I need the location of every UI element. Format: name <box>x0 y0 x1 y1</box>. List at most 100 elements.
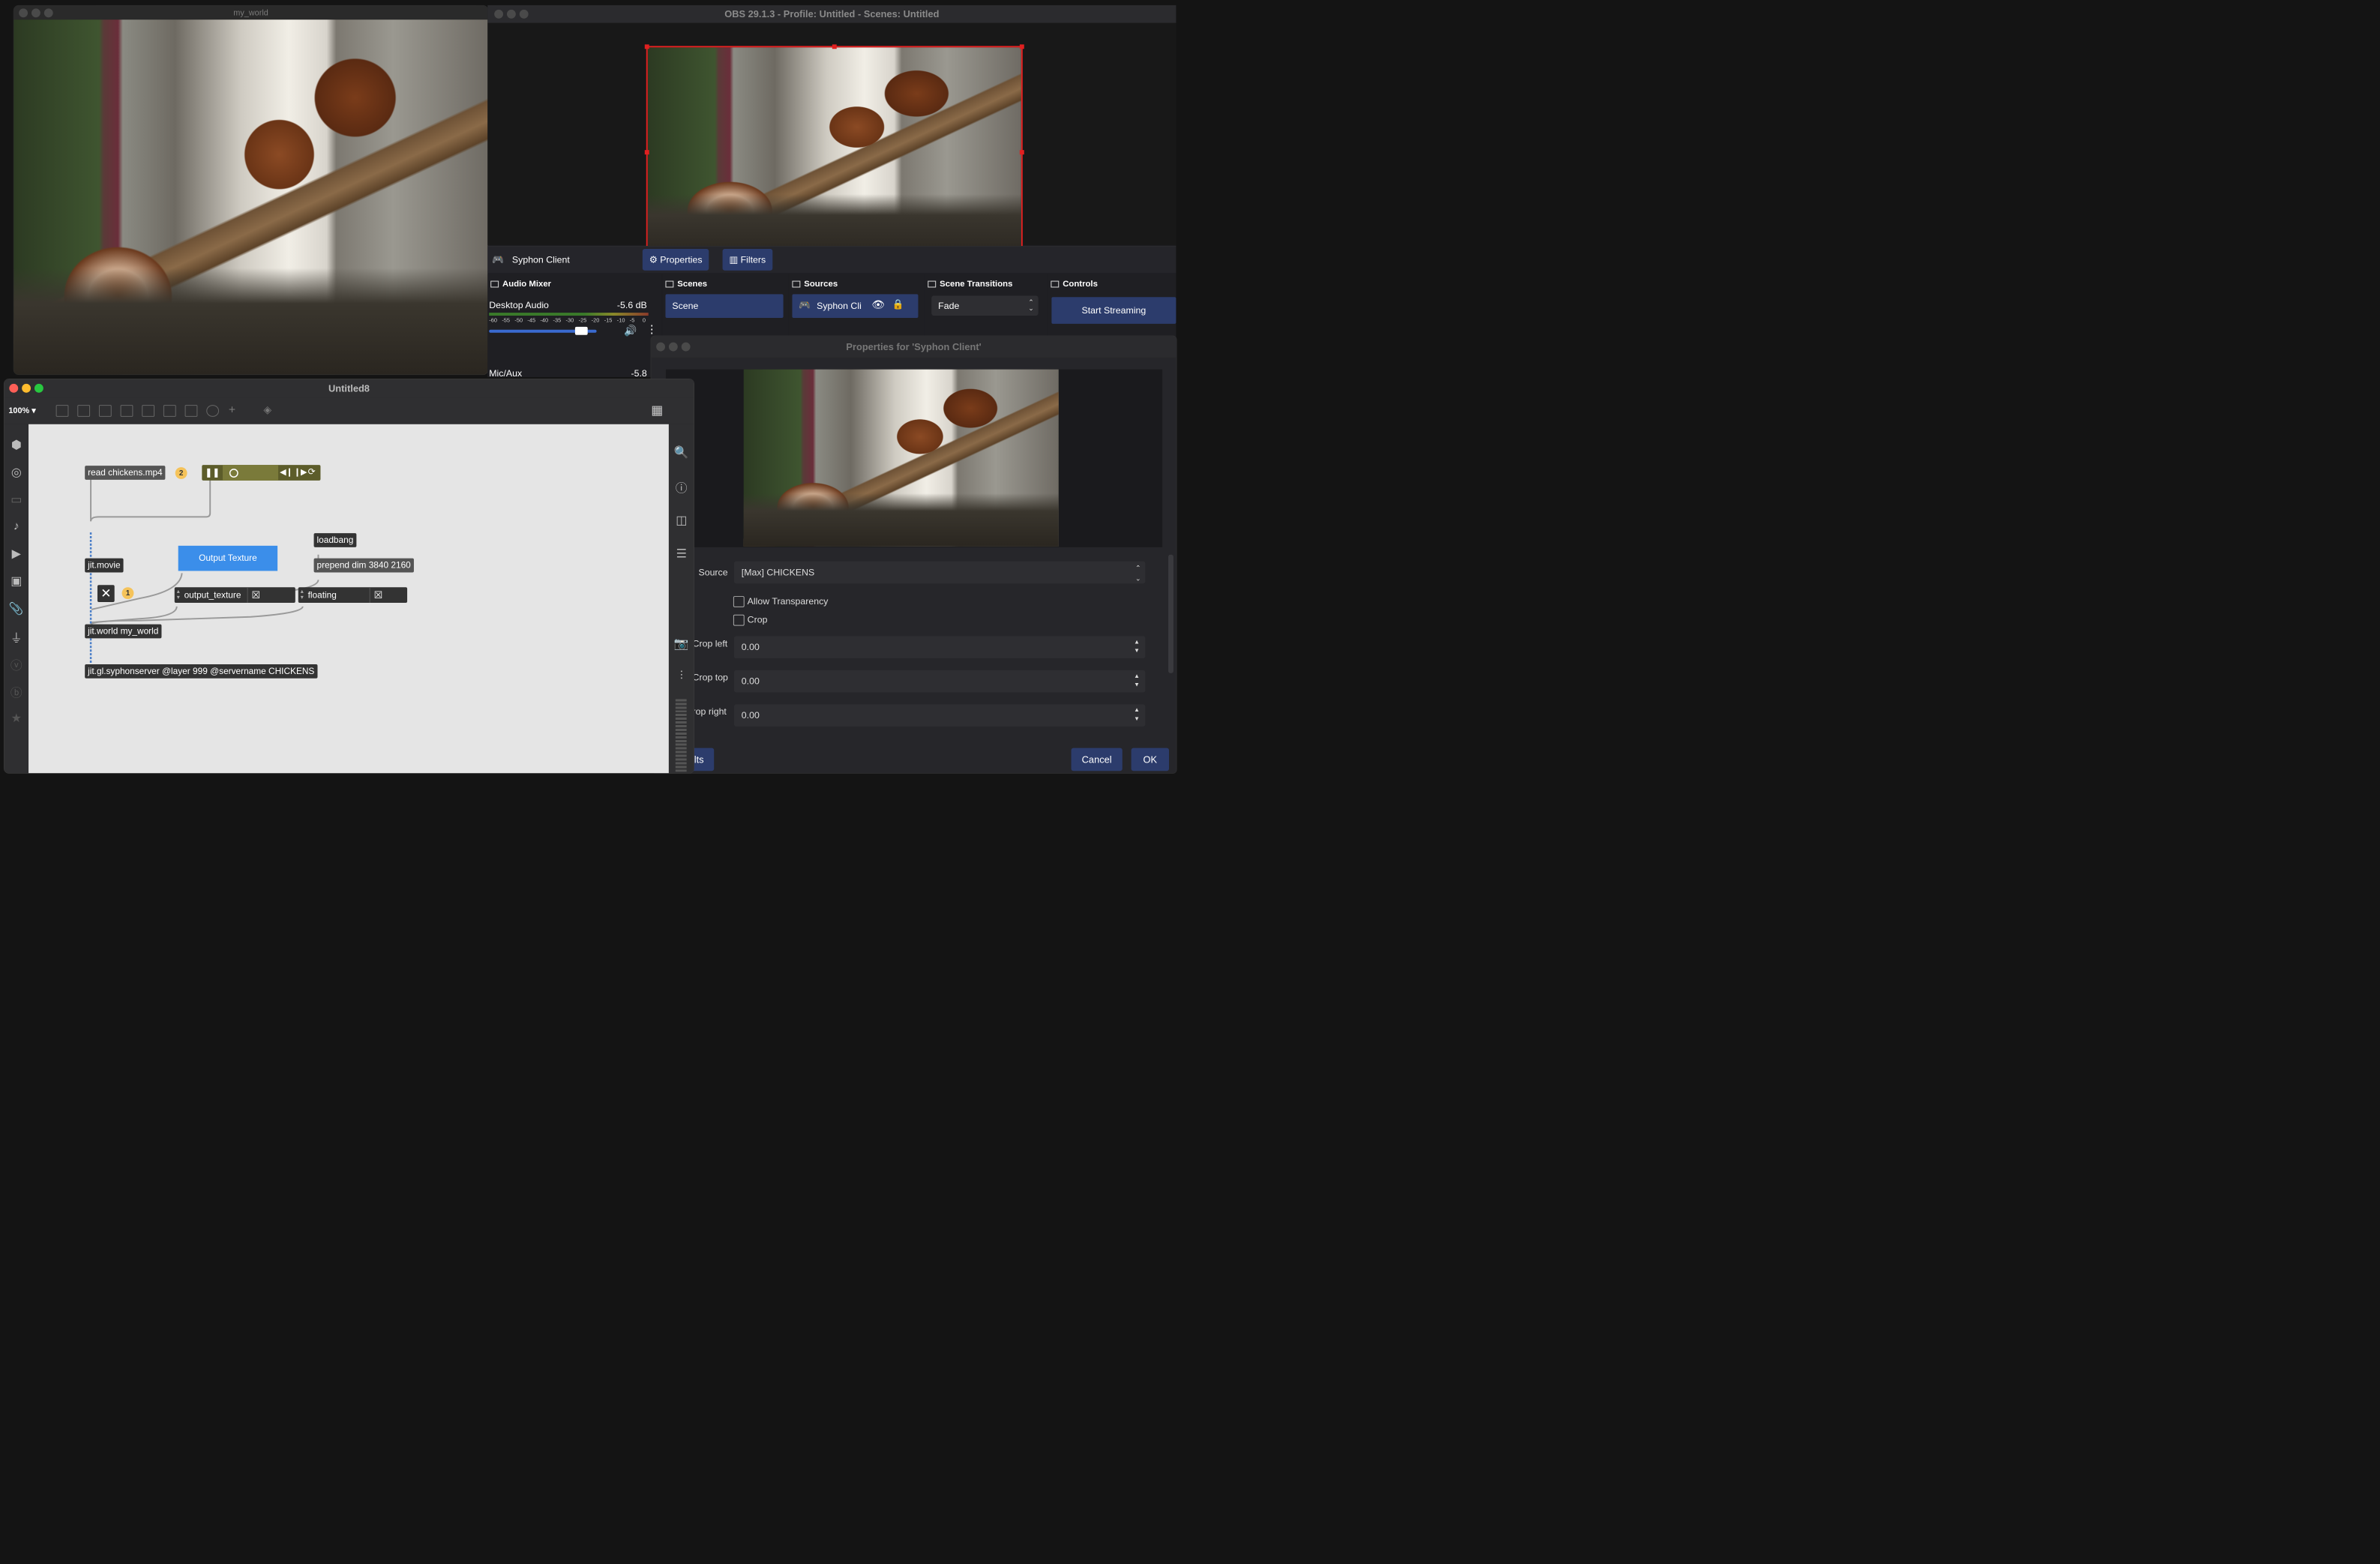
new-message-icon[interactable] <box>77 405 91 417</box>
volume-slider-thumb[interactable] <box>574 326 588 335</box>
panel-icon[interactable]: ▭ <box>4 493 28 507</box>
prepend-object[interactable]: prepend dim 3840 2160 <box>313 558 414 573</box>
step-back-icon[interactable]: ◀❙ <box>280 467 292 477</box>
attr-label: output_texture <box>184 590 241 601</box>
dock-icon <box>792 280 801 288</box>
jit-movie-object[interactable]: jit.movie <box>85 558 124 573</box>
comment-icon[interactable] <box>98 405 112 417</box>
output-texture-button[interactable]: Output Texture <box>178 545 278 571</box>
resize-handle[interactable] <box>644 44 649 49</box>
toggle-close-icon[interactable]: ✕ <box>97 585 115 602</box>
loadbang-object[interactable]: loadbang <box>313 533 357 547</box>
new-object-icon[interactable] <box>55 405 69 417</box>
v-icon[interactable]: ⓥ <box>4 656 28 673</box>
start-streaming-button[interactable]: Start Streaming <box>1051 297 1177 324</box>
meter-tick-row: -60 -55 -50 -45 -40 -35 -30 -25 -20 -15 -10 -5 0 <box>489 317 648 325</box>
search-icon[interactable]: 🔍 <box>669 445 694 459</box>
dial-icon[interactable] <box>206 405 220 417</box>
crop-label: Crop <box>747 614 768 625</box>
close-button[interactable] <box>19 8 28 18</box>
minimize-button[interactable] <box>22 383 31 393</box>
video-icon[interactable] <box>163 405 176 417</box>
ok-button[interactable]: OK <box>1131 748 1170 772</box>
step-forward-icon[interactable]: ❙▶ <box>294 467 307 477</box>
toggle-icon[interactable] <box>142 405 155 417</box>
dock-icon <box>490 280 499 288</box>
source-select[interactable]: [Max] CHICKENS ⌃ ⌄ <box>733 561 1146 584</box>
meter-tick-label: 0 <box>642 316 646 324</box>
loop-icon[interactable]: ⟳ <box>308 466 316 477</box>
stepper-arrows[interactable]: ▲ ▼ <box>1133 637 1141 655</box>
resize-handle[interactable] <box>644 150 649 155</box>
grid-icon[interactable]: ▦ <box>651 403 663 418</box>
obs-preview-source[interactable] <box>644 44 1024 260</box>
more-options-icon[interactable]: ⋮ <box>646 323 658 336</box>
playhead-icon[interactable] <box>229 469 238 478</box>
crop-right-input[interactable]: 0.00 ▲ ▼ <box>733 704 1146 727</box>
close-button[interactable] <box>656 342 665 352</box>
pause-icon[interactable]: ❚❚ <box>205 467 220 478</box>
output-texture-attrui[interactable]: ▴ ▾ output_texture ☒ <box>174 587 295 603</box>
minimize-button[interactable] <box>506 9 516 19</box>
close-button[interactable] <box>494 9 504 19</box>
allow-transparency-checkbox[interactable] <box>733 596 745 607</box>
step-badge: 1 <box>121 587 134 600</box>
video-icon[interactable]: ▶ <box>4 547 28 561</box>
checked-box-icon[interactable]: ☒ <box>374 589 383 601</box>
meter-tick-label: -5 <box>629 316 635 324</box>
mixer-icon[interactable]: ⫶ <box>669 669 694 683</box>
b-icon[interactable]: ⓑ <box>4 684 28 701</box>
target-icon[interactable]: ◎ <box>4 465 28 479</box>
stepper-arrows[interactable]: ▲ ▼ <box>1133 672 1141 690</box>
eye-icon[interactable]: 👁 <box>871 298 885 310</box>
minimize-button[interactable] <box>31 8 40 18</box>
camera-icon[interactable]: 📷 <box>669 636 694 650</box>
zoom-menu[interactable]: 100% ▾ <box>8 406 35 415</box>
crop-left-input[interactable]: 0.00 ▲ ▼ <box>733 636 1146 659</box>
floating-attrui[interactable]: ▴ ▾ floating ☒ <box>298 587 408 603</box>
cube-icon[interactable]: ⬢ <box>4 438 28 452</box>
image-icon[interactable]: ▣ <box>4 574 28 588</box>
info-icon[interactable]: ⓘ <box>669 479 694 496</box>
paint-bucket-icon[interactable]: ◈ <box>263 403 271 415</box>
add-icon[interactable]: + <box>229 403 235 416</box>
stepper-arrows[interactable]: ▲ ▼ <box>1133 706 1141 724</box>
scrollbar[interactable] <box>1168 554 1174 673</box>
my-world-titlebar: my_world <box>13 5 488 20</box>
source-list-item[interactable]: 🎮 Syphon Cli 👁 🔒 <box>792 294 919 318</box>
zoom-button[interactable] <box>43 8 53 18</box>
dock-icon <box>1051 280 1060 288</box>
zoom-button[interactable] <box>681 342 691 352</box>
music-note-icon[interactable]: ♪ <box>4 519 28 532</box>
resize-handle[interactable] <box>832 44 837 49</box>
resize-handle[interactable] <box>1019 150 1024 155</box>
list-icon[interactable]: ☰ <box>669 547 694 561</box>
jit-world-object[interactable]: jit.world my_world <box>85 624 162 639</box>
playbar[interactable]: ❚❚ ◀❙ ❙▶ ⟳ <box>202 465 321 481</box>
star-icon[interactable]: ★ <box>4 711 28 725</box>
paperclip-icon[interactable]: 📎 <box>4 601 28 616</box>
crop-top-input[interactable]: 0.00 ▲ ▼ <box>733 670 1146 693</box>
resize-handle[interactable] <box>1019 44 1024 49</box>
filters-button[interactable]: ▥ Filters <box>722 249 773 271</box>
patcher-canvas[interactable]: read chickens.mp4 2 ❚❚ ◀❙ ❙▶ ⟳ loadbang … <box>28 424 669 774</box>
button-icon[interactable] <box>120 405 133 417</box>
scene-list-item[interactable]: Scene <box>665 294 784 318</box>
speaker-icon[interactable]: 🔊 <box>624 325 637 337</box>
obs-preview-area[interactable] <box>487 22 1177 260</box>
properties-button[interactable]: ⚙ Properties <box>642 249 709 271</box>
crop-checkbox[interactable] <box>733 614 745 626</box>
cancel-button[interactable]: Cancel <box>1071 748 1123 772</box>
zoom-button[interactable] <box>519 9 529 19</box>
close-button[interactable] <box>9 383 19 393</box>
minimize-button[interactable] <box>668 342 678 352</box>
transition-select[interactable]: Fade ⌃ ⌄ <box>931 295 1039 316</box>
read-message[interactable]: read chickens.mp4 <box>85 466 166 480</box>
book-icon[interactable]: ◫ <box>669 513 694 527</box>
syphonserver-object[interactable]: jit.gl.syphonserver @layer 999 @serverna… <box>85 664 318 679</box>
zoom-button[interactable] <box>34 383 43 393</box>
checked-box-icon[interactable]: ☒ <box>252 589 261 601</box>
slider-icon[interactable] <box>184 405 198 417</box>
lock-icon[interactable]: 🔒 <box>892 298 904 310</box>
plug-icon[interactable]: ⏚ <box>4 629 28 646</box>
